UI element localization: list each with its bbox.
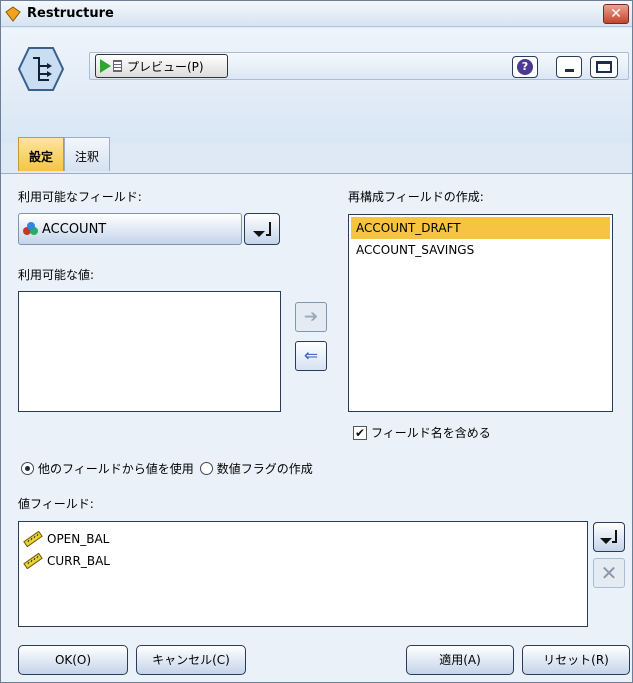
restructure-node-icon xyxy=(5,6,21,22)
arrow-left-icon: ⇐ xyxy=(303,346,319,366)
list-item[interactable]: OPEN_BAL xyxy=(19,528,587,550)
delete-icon: ✕ xyxy=(600,561,618,585)
numeric-flag-radio[interactable] xyxy=(199,462,213,475)
add-value-button[interactable]: ➔ xyxy=(295,302,327,332)
selected-field-value: ACCOUNT xyxy=(42,221,107,237)
play-icon xyxy=(100,59,111,73)
continuous-ruler-icon xyxy=(23,531,43,547)
continuous-ruler-icon xyxy=(23,553,43,569)
value-field-name: CURR_BAL xyxy=(47,554,110,568)
chevron-down-icon xyxy=(253,231,265,237)
restructure-dialog: Restructure ✕ プレビュー(P) ? 設定 注釈 利用可能なフィール… xyxy=(0,0,633,683)
maximize-button[interactable] xyxy=(590,56,618,78)
tab-settings[interactable]: 設定 xyxy=(18,137,64,171)
value-field-name: OPEN_BAL xyxy=(47,532,110,546)
available-field-select[interactable]: ACCOUNT xyxy=(18,213,242,245)
remove-value-button[interactable]: ⇐ xyxy=(295,341,327,371)
list-item[interactable]: ACCOUNT_SAVINGS xyxy=(351,239,610,261)
value-mode-radio-group: 他のフィールドから値を使用 数値フラグの作成 xyxy=(21,460,319,477)
available-values-list[interactable] xyxy=(18,291,281,412)
close-button[interactable]: ✕ xyxy=(603,4,629,24)
available-fields-label: 利用可能なフィールド: xyxy=(18,190,142,204)
help-button[interactable]: ? xyxy=(512,56,538,78)
window-title: Restructure xyxy=(27,6,114,21)
available-values-label: 利用可能な値: xyxy=(18,268,95,282)
preview-label: プレビュー(P) xyxy=(127,59,204,74)
maximize-icon xyxy=(596,61,612,73)
cancel-button[interactable]: キャンセル(C) xyxy=(136,645,246,675)
header-area: プレビュー(P) ? xyxy=(1,28,632,143)
help-icon: ? xyxy=(517,59,533,75)
list-item[interactable]: CURR_BAL xyxy=(19,550,587,572)
title-bar[interactable]: Restructure ✕ xyxy=(1,1,632,27)
reset-button[interactable]: リセット(R) xyxy=(522,645,630,675)
close-icon: ✕ xyxy=(610,6,622,22)
chevron-down-icon xyxy=(600,538,612,544)
value-fields-label: 値フィールド: xyxy=(18,497,94,511)
field-picker-button[interactable] xyxy=(244,213,280,245)
include-field-name-label: フィールド名を含める xyxy=(371,426,491,440)
picker-line-icon xyxy=(612,530,617,543)
use-values-label[interactable]: 他のフィールドから値を使用 xyxy=(38,460,194,477)
restructure-fields-list[interactable]: ACCOUNT_DRAFT ACCOUNT_SAVINGS xyxy=(348,214,613,412)
numeric-flag-label[interactable]: 数値フラグの作成 xyxy=(217,460,313,477)
restructure-hex-icon xyxy=(17,47,65,91)
tab-notes[interactable]: 注釈 xyxy=(64,137,110,171)
include-field-name-option[interactable]: ✔ フィールド名を含める xyxy=(353,424,491,441)
picker-line-icon xyxy=(266,222,271,236)
value-field-picker-button[interactable] xyxy=(593,522,625,552)
minimize-icon xyxy=(565,69,574,72)
table-icon xyxy=(113,60,122,72)
value-fields-list[interactable]: OPEN_BAL CURR_BAL xyxy=(18,521,588,627)
list-item[interactable]: ACCOUNT_DRAFT xyxy=(351,217,610,239)
apply-button[interactable]: 適用(A) xyxy=(406,645,514,675)
ok-button[interactable]: OK(O) xyxy=(18,645,128,675)
delete-value-field-button[interactable]: ✕ xyxy=(593,558,625,588)
preview-button[interactable]: プレビュー(P) xyxy=(95,54,228,78)
include-field-name-checkbox[interactable]: ✔ xyxy=(353,425,367,440)
arrow-right-icon: ➔ xyxy=(303,307,319,327)
minimize-button[interactable] xyxy=(556,56,582,78)
settings-panel: 利用可能なフィールド: ACCOUNT 利用可能な値: ➔ ⇐ 再構成フィールド… xyxy=(1,173,632,682)
set-field-icon xyxy=(23,222,39,236)
use-values-radio[interactable] xyxy=(21,462,34,475)
restructure-fields-label: 再構成フィールドの作成: xyxy=(348,190,484,204)
